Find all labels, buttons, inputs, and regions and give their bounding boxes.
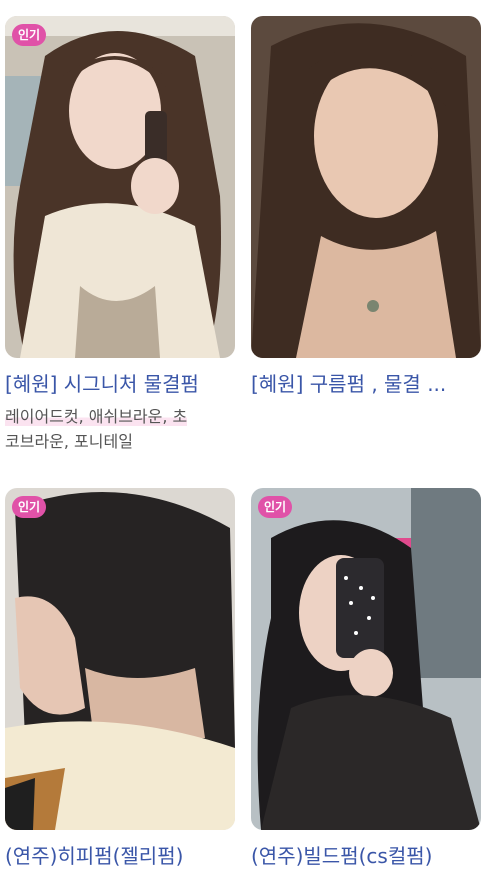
popular-badge: 인기 xyxy=(12,24,47,46)
style-card[interactable]: 인기 (연주)빌드펌(cs컬펌) xyxy=(251,488,481,870)
style-tags: 레이어드컷, 애쉬브라운, 초 코브라운, 포니테일 xyxy=(5,404,233,454)
photo-build-perm xyxy=(251,488,481,830)
style-card[interactable]: [혜원] 구름펌 , 물결 ... xyxy=(251,16,481,398)
style-card[interactable]: 인기 [혜원] 시그니처 물결펌 레이어드컷, 애쉬브라운, 초 코브라운, 포… xyxy=(5,16,235,454)
style-photo[interactable] xyxy=(251,16,481,358)
popular-badge: 인기 xyxy=(258,496,293,518)
popular-badge: 인기 xyxy=(12,496,47,518)
photo-wavy-perm xyxy=(5,16,235,358)
photo-cloud-perm xyxy=(251,16,481,358)
style-grid: 인기 [혜원] 시그니처 물결펌 레이어드컷, 애쉬브라운, 초 코브라운, 포… xyxy=(0,0,485,875)
photo-hippie-perm xyxy=(5,488,235,830)
style-card[interactable]: 인기 (연주)히피펌(젤리펌) xyxy=(5,488,235,870)
style-title[interactable]: [혜원] 시그니처 물결펌 xyxy=(5,370,233,398)
style-photo[interactable]: 인기 xyxy=(5,488,235,830)
style-photo[interactable]: 인기 xyxy=(251,488,481,830)
style-tags-line2: 코브라운, 포니테일 xyxy=(5,432,133,451)
style-title[interactable]: (연주)히피펌(젤리펌) xyxy=(5,842,233,870)
style-title[interactable]: (연주)빌드펌(cs컬펌) xyxy=(251,842,479,870)
style-photo[interactable]: 인기 xyxy=(5,16,235,358)
style-tags-line1: 레이어드컷, 애쉬브라운, 초 xyxy=(5,407,188,426)
style-title[interactable]: [혜원] 구름펌 , 물결 ... xyxy=(251,370,479,398)
